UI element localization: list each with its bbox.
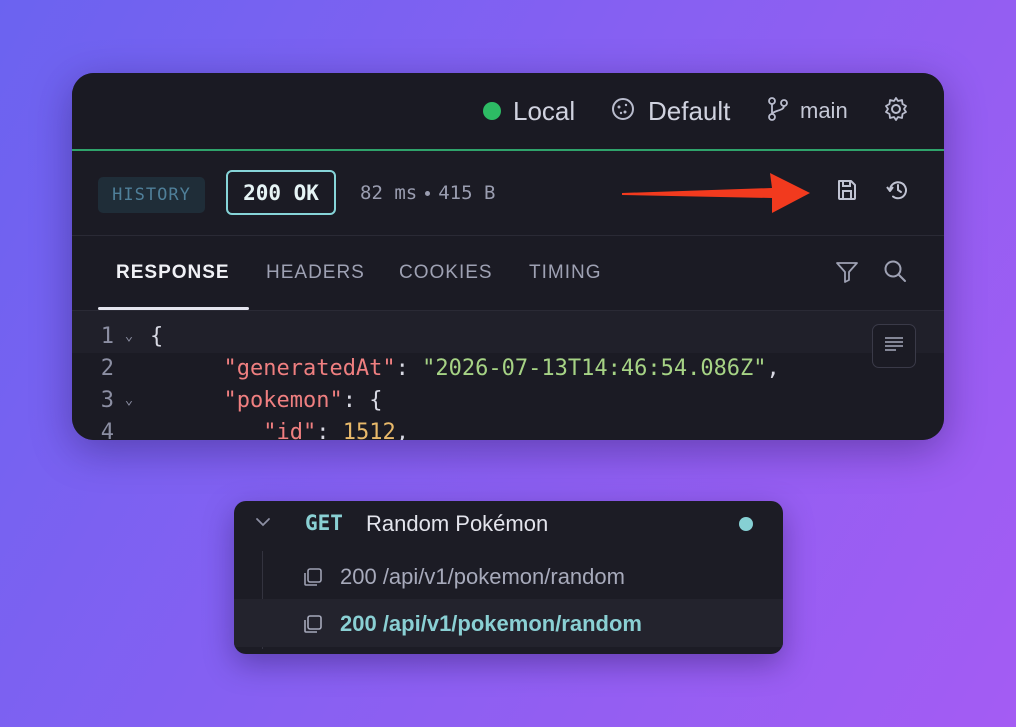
copy-icon bbox=[302, 613, 324, 640]
code-text: { bbox=[369, 387, 383, 413]
code-text: { bbox=[150, 323, 164, 349]
top-bar: Local Default main bbox=[72, 73, 944, 151]
cookie-jar-label: Default bbox=[648, 95, 731, 126]
history-button[interactable] bbox=[885, 177, 911, 208]
request-item[interactable]: GET Random Pokémon bbox=[234, 501, 783, 547]
filter-icon bbox=[834, 259, 860, 290]
json-value: "2026-07-13T14:46:54.086Z" bbox=[422, 355, 767, 381]
environment-status-dot bbox=[483, 102, 501, 120]
code-line: 2 "generatedAt": "2026-07-13T14:46:54.08… bbox=[72, 352, 780, 384]
response-size: 415 B bbox=[438, 182, 496, 204]
wrap-lines-icon bbox=[883, 336, 905, 357]
git-branch-icon bbox=[766, 96, 790, 127]
tab-headers[interactable]: HEADERS bbox=[266, 236, 365, 310]
request-history-tree: GET Random Pokémon 200 /api/v1/pokemon/r… bbox=[234, 501, 783, 654]
code-line: 3 ⌄ "pokemon": { bbox=[72, 384, 383, 416]
response-body-editor[interactable]: 1 ⌄{ 2 "generatedAt": "2026-07-13T14:46:5… bbox=[72, 311, 944, 440]
tab-response[interactable]: RESPONSE bbox=[116, 236, 230, 310]
line-number: 3 bbox=[100, 387, 114, 413]
environment-label: Local bbox=[513, 95, 576, 126]
json-key: "id" bbox=[263, 419, 317, 441]
current-line-highlight bbox=[72, 311, 944, 353]
history-item[interactable]: 200 /api/v1/pokemon/random bbox=[234, 552, 783, 600]
tab-timing[interactable]: TIMING bbox=[529, 236, 602, 310]
history-item-label: 200 /api/v1/pokemon/random bbox=[340, 611, 642, 636]
search-button[interactable] bbox=[882, 258, 908, 289]
chevron-down-icon[interactable]: ⌄ bbox=[114, 392, 144, 408]
filter-button[interactable] bbox=[834, 259, 860, 290]
search-icon bbox=[882, 258, 908, 289]
gear-icon bbox=[883, 96, 909, 127]
tab-cookies[interactable]: COOKIES bbox=[399, 236, 493, 310]
branch-selector[interactable]: main bbox=[766, 73, 848, 149]
active-tab-indicator bbox=[98, 307, 249, 310]
history-badge[interactable]: HISTORY bbox=[98, 177, 205, 213]
chevron-down-icon[interactable] bbox=[254, 513, 272, 536]
copy-icon bbox=[302, 566, 324, 593]
code-line: 4 "id": 1512, bbox=[72, 416, 409, 441]
json-value: 1512 bbox=[342, 419, 396, 441]
settings-button[interactable] bbox=[883, 73, 909, 149]
chevron-down-icon[interactable]: ⌄ bbox=[114, 328, 144, 344]
environment-selector[interactable]: Local bbox=[483, 73, 575, 149]
json-key: "pokemon" bbox=[223, 387, 343, 413]
response-status-bar: HISTORY 200 OK 82 ms 415 B bbox=[72, 151, 944, 236]
save-icon bbox=[834, 177, 860, 208]
cookie-jar-selector[interactable]: Default bbox=[610, 73, 730, 149]
response-time: 82 ms bbox=[360, 182, 418, 204]
response-panel: Local Default main HISTORY 200 OK 82 ms … bbox=[72, 73, 944, 440]
response-meta: 82 ms 415 B bbox=[360, 179, 495, 207]
annotation-arrow bbox=[622, 173, 810, 213]
line-number: 1 bbox=[100, 323, 114, 349]
response-tabs: RESPONSE HEADERS COOKIES TIMING bbox=[72, 236, 944, 311]
code-line: 1 ⌄ { bbox=[72, 320, 164, 352]
json-key: "generatedAt" bbox=[223, 355, 396, 381]
save-response-button[interactable] bbox=[834, 177, 860, 207]
request-method: GET bbox=[305, 511, 343, 535]
history-icon bbox=[885, 177, 911, 208]
active-request-dot bbox=[739, 517, 753, 531]
cookie-icon bbox=[610, 96, 636, 127]
wrap-lines-button[interactable] bbox=[872, 324, 916, 368]
meta-separator bbox=[425, 190, 431, 196]
line-number: 2 bbox=[100, 355, 114, 381]
status-code-badge: 200 OK bbox=[226, 170, 336, 215]
request-name: Random Pokémon bbox=[366, 511, 549, 536]
branch-label: main bbox=[800, 98, 848, 123]
history-item-label: 200 /api/v1/pokemon/random bbox=[340, 564, 625, 589]
history-item-selected[interactable]: 200 /api/v1/pokemon/random bbox=[234, 599, 783, 647]
line-number: 4 bbox=[100, 419, 114, 441]
